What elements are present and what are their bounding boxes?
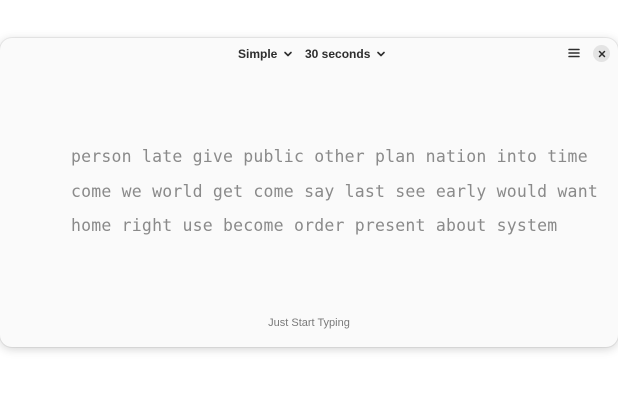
chevron-down-icon (376, 49, 386, 59)
word-line-3: home right use become order present abou… (71, 216, 558, 235)
word-line-2: come we world get come say last see earl… (71, 181, 598, 201)
mode-dropdown[interactable]: Simple (238, 45, 293, 63)
hamburger-menu-icon (568, 45, 580, 63)
chevron-down-icon (283, 49, 293, 59)
word-line-1: person late give public other plan natio… (71, 147, 588, 166)
duration-dropdown-label: 30 seconds (305, 47, 371, 61)
start-typing-hint: Just Start Typing (268, 317, 350, 329)
mode-dropdown-label: Simple (238, 47, 278, 61)
header-bar: Simple 30 seconds (0, 38, 618, 70)
close-window-button[interactable] (593, 45, 610, 62)
typing-test-window: Simple 30 seconds person late give publi… (0, 38, 618, 347)
typing-text-area[interactable]: person late give public other plan natio… (71, 145, 598, 249)
duration-dropdown[interactable]: 30 seconds (305, 45, 386, 63)
main-menu-button[interactable] (564, 44, 584, 64)
close-icon (598, 45, 606, 63)
